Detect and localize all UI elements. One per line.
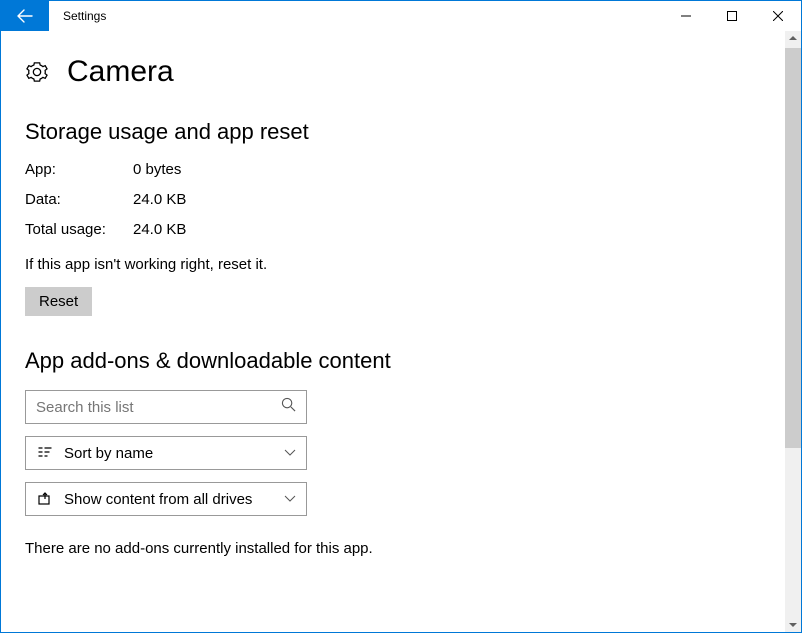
filter-label: Show content from all drives (64, 491, 274, 508)
close-icon (773, 11, 783, 21)
chevron-down-icon (284, 491, 296, 508)
window-controls (663, 1, 801, 31)
filter-dropdown[interactable]: Show content from all drives (25, 482, 307, 516)
stat-row: App: 0 bytes (25, 161, 760, 178)
reset-button[interactable]: Reset (25, 287, 92, 316)
search-input[interactable] (36, 399, 281, 416)
storage-heading: Storage usage and app reset (25, 119, 760, 145)
drive-icon (36, 491, 54, 507)
sort-label: Sort by name (64, 445, 274, 462)
stat-label: Data: (25, 191, 133, 208)
close-button[interactable] (755, 1, 801, 31)
scrollbar[interactable] (784, 31, 801, 632)
search-box[interactable] (25, 390, 307, 424)
minimize-icon (681, 11, 691, 21)
search-icon (281, 397, 296, 417)
stat-label: App: (25, 161, 133, 178)
minimize-button[interactable] (663, 1, 709, 31)
stat-row: Total usage: 24.0 KB (25, 221, 760, 238)
back-arrow-icon (17, 8, 33, 24)
chevron-down-icon (284, 445, 296, 462)
reset-note: If this app isn't working right, reset i… (25, 256, 760, 273)
stat-row: Data: 24.0 KB (25, 191, 760, 208)
titlebar: Settings (1, 1, 801, 31)
maximize-icon (727, 11, 737, 21)
stat-value: 0 bytes (133, 161, 181, 178)
scrollbar-thumb[interactable] (785, 48, 801, 448)
stat-value: 24.0 KB (133, 221, 186, 238)
maximize-button[interactable] (709, 1, 755, 31)
back-button[interactable] (1, 1, 49, 31)
page-title: Camera (67, 55, 174, 89)
sort-dropdown[interactable]: Sort by name (25, 436, 307, 470)
gear-icon (25, 60, 49, 84)
addons-empty-message: There are no add-ons currently installed… (25, 540, 760, 557)
window-title: Settings (49, 1, 663, 31)
stat-label: Total usage: (25, 221, 133, 238)
page-header: Camera (25, 55, 760, 89)
content-area: Camera Storage usage and app reset App: … (1, 31, 784, 632)
sort-icon (36, 445, 54, 461)
storage-stats: App: 0 bytes Data: 24.0 KB Total usage: … (25, 161, 760, 238)
addons-heading: App add-ons & downloadable content (25, 348, 760, 374)
stat-value: 24.0 KB (133, 191, 186, 208)
